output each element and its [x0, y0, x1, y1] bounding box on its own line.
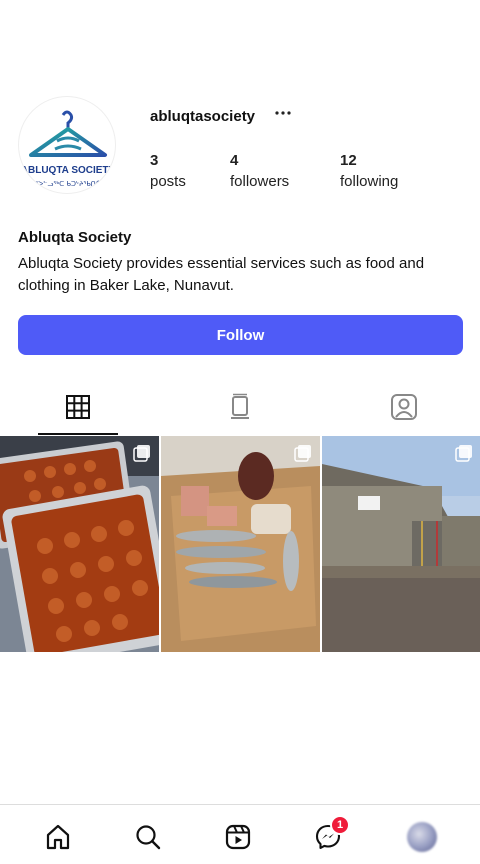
post-thumbnail[interactable] [322, 436, 480, 652]
tab-reels[interactable] [200, 380, 280, 434]
tab-tagged[interactable] [364, 380, 444, 434]
followers-count[interactable]: 4 followers [230, 152, 289, 190]
abluqta-logo: ABLUQTA SOCIETY ᐊᐳᓪᓗᖅᑕ ᑲᑐᔾᔨᖃᑎᒌᑦ [21, 110, 116, 188]
profile-avatar-logo[interactable]: ABLUQTA SOCIETY ᐊᐳᓪᓗᖅᑕ ᑲᑐᔾᔨᖃᑎᒌᑦ [18, 96, 116, 194]
svg-text:ABLUQTA SOCIETY: ABLUQTA SOCIETY [21, 165, 116, 176]
following-count[interactable]: 12 following [340, 152, 398, 190]
post-thumbnail[interactable] [161, 436, 320, 652]
carousel-icon [455, 444, 473, 462]
posts-count: 3 posts [150, 152, 186, 190]
post-image-food-trays [0, 436, 159, 652]
reels-icon[interactable] [220, 819, 256, 855]
reels-feed-icon [231, 393, 249, 419]
home-icon[interactable] [40, 819, 76, 855]
search-icon[interactable] [130, 819, 166, 855]
bottom-navigation: 1 [0, 804, 480, 864]
active-tab-indicator [38, 433, 118, 435]
post-thumbnail[interactable] [0, 436, 159, 652]
carousel-icon [133, 444, 151, 462]
notification-badge: 1 [330, 815, 350, 835]
messenger-icon[interactable]: 1 [310, 815, 350, 855]
profile-display-name: Abluqta Society [18, 229, 132, 246]
carousel-icon [294, 444, 312, 462]
profile-avatar-image [407, 822, 437, 852]
follow-button[interactable]: Follow [18, 315, 463, 355]
svg-text:ᐊᐳᓪᓗᖅᑕ ᑲᑐᔾᔨᖃᑎᒌᑦ: ᐊᐳᓪᓗᖅᑕ ᑲᑐᔾᔨᖃᑎᒌᑦ [33, 180, 103, 188]
post-image-building [322, 436, 480, 652]
grid-icon [66, 395, 90, 419]
ellipsis-icon[interactable] [274, 100, 292, 121]
tagged-icon [391, 394, 417, 420]
profile-bio: Abluqta Society provides essential servi… [18, 255, 425, 294]
profile-username: abluqtasociety [150, 108, 256, 125]
tab-posts-grid[interactable] [38, 380, 118, 434]
profile-avatar[interactable] [404, 819, 440, 855]
post-image-fish-meat [161, 436, 320, 652]
